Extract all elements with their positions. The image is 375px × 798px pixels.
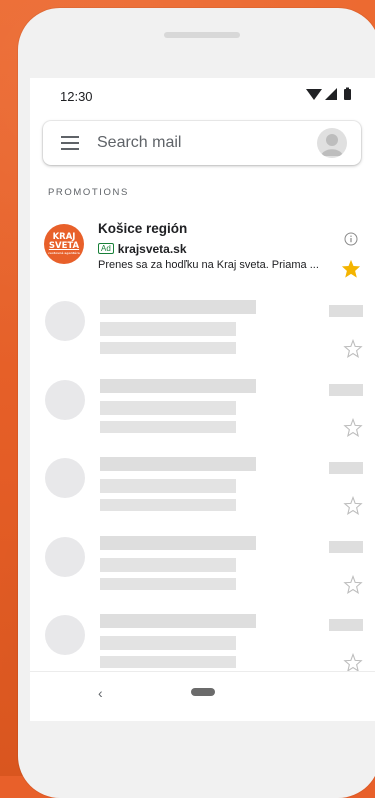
placeholder-line [100,457,256,471]
placeholder-row [30,300,375,371]
placeholder-line [100,300,256,314]
ad-badge: Ad [98,243,114,255]
placeholder-date [329,305,363,317]
logo-text-line2: SVETA [48,241,80,251]
placeholder-avatar [45,458,85,498]
account-avatar[interactable] [317,128,347,158]
status-time: 12:30 [60,89,93,104]
placeholder-avatar [45,615,85,655]
info-icon[interactable] [344,232,358,251]
placeholder-row [30,379,375,450]
gmail-screen: 12:30 Search mail PROMOTIONS KRAJ SVETA … [30,78,375,721]
placeholder-line [100,322,236,336]
placeholder-date [329,619,363,631]
placeholder-line [100,499,236,511]
star-outline-icon[interactable] [343,495,363,520]
placeholder-avatar [45,301,85,341]
battery-icon [344,87,351,100]
promo-snippet: Prenes sa za hodľku na Kraj sveta. Priam… [98,259,319,271]
logo-text-line3: cestovná agentúra [48,251,80,255]
search-bar[interactable]: Search mail [43,121,361,165]
placeholder-date [329,541,363,553]
placeholder-line [100,558,236,572]
placeholder-avatar [45,380,85,420]
placeholder-line [100,379,256,393]
placeholder-line [100,656,236,668]
placeholder-line [100,614,256,628]
promo-email-row[interactable]: KRAJ SVETA cestovná agentúra Košice regi… [30,216,375,278]
placeholder-line [100,342,236,354]
placeholder-avatar [45,537,85,577]
promo-sender-title: Košice región [98,221,188,236]
phone-frame: 12:30 Search mail PROMOTIONS KRAJ SVETA … [18,8,375,798]
placeholder-date [329,462,363,474]
placeholder-date [329,384,363,396]
account-icon [321,134,343,156]
star-outline-icon[interactable] [343,417,363,442]
status-icons [306,87,358,101]
placeholder-line [100,401,236,415]
status-bar: 12:30 [30,78,375,110]
placeholder-row [30,457,375,528]
star-icon[interactable] [341,259,361,283]
wifi-icon [306,89,322,100]
placeholder-line [100,479,236,493]
android-nav-bar: ‹ [30,671,375,721]
placeholder-row [30,536,375,607]
section-label-promotions: PROMOTIONS [48,187,129,198]
menu-icon[interactable] [61,136,79,150]
back-icon[interactable]: ‹ [98,685,103,701]
placeholder-line [100,421,236,433]
ad-domain: krajsveta.sk [117,241,187,256]
home-pill-icon[interactable] [191,688,215,696]
star-outline-icon[interactable] [343,574,363,599]
phone-speaker [164,32,240,38]
star-outline-icon[interactable] [343,338,363,363]
sender-logo: KRAJ SVETA cestovná agentúra [44,224,84,264]
placeholder-line [100,636,236,650]
placeholder-line [100,578,236,590]
placeholder-line [100,536,256,550]
signal-icon [325,88,337,100]
search-input[interactable]: Search mail [97,134,181,152]
ad-line: Ad krajsveta.sk [98,240,187,256]
